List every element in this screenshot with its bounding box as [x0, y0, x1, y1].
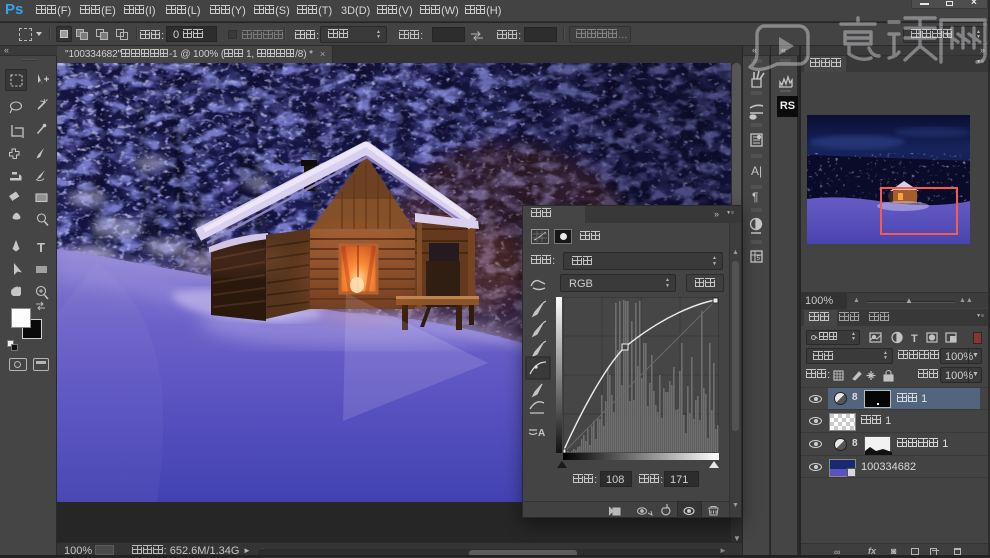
svg-text:T: T: [911, 333, 918, 345]
svg-text:5: 5: [757, 255, 761, 262]
svg-text:A|: A|: [751, 164, 762, 178]
svg-text:A: A: [538, 428, 545, 439]
svg-text:T: T: [37, 240, 45, 255]
svg-text:¶: ¶: [752, 190, 758, 204]
